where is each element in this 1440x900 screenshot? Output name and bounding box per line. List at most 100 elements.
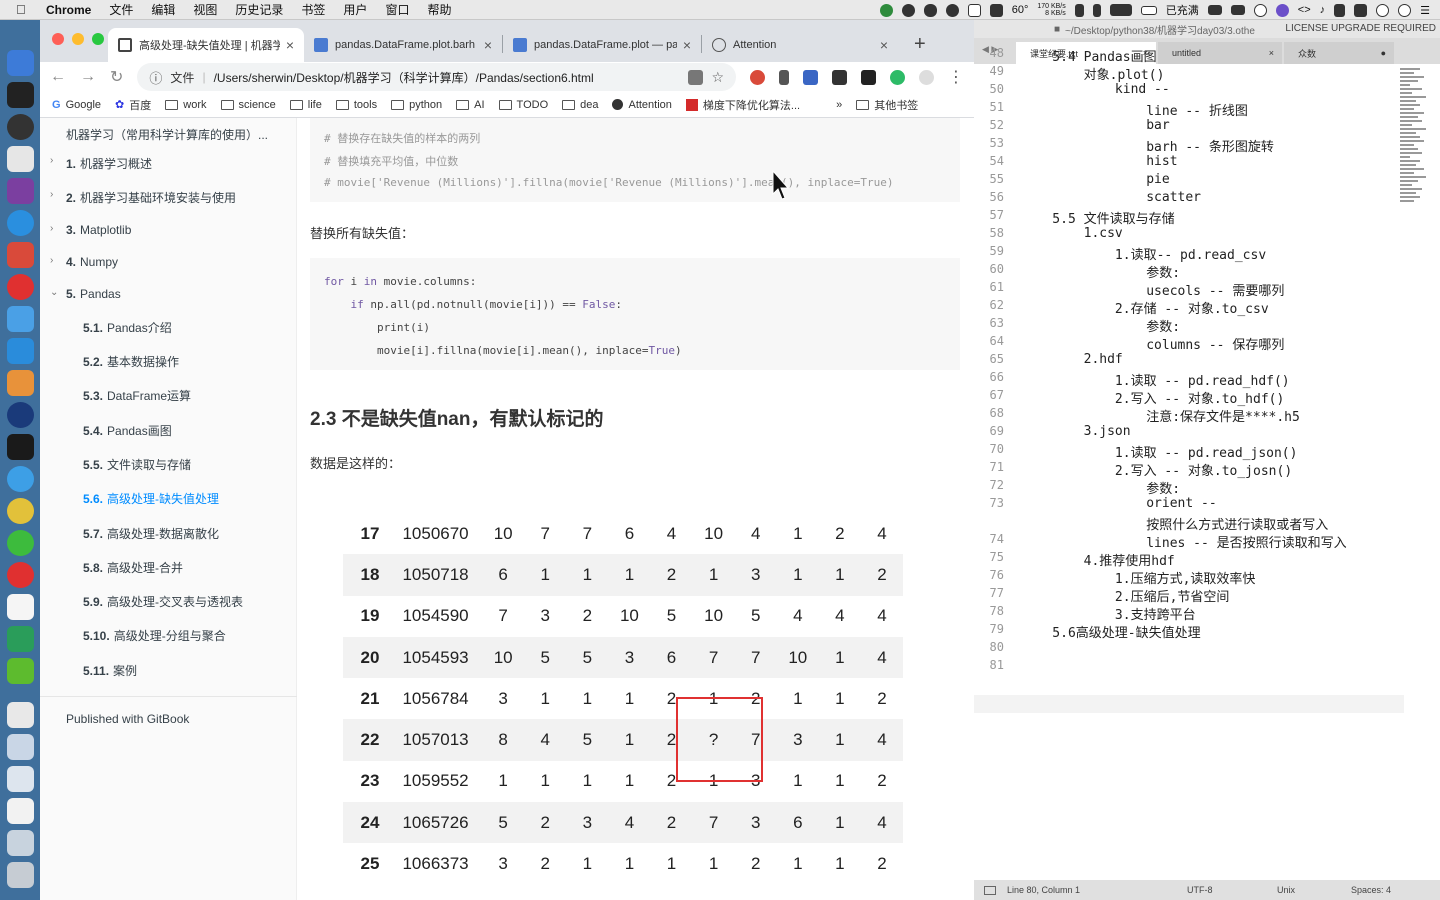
- license-notice[interactable]: LICENSE UPGRADE REQUIRED: [1285, 23, 1436, 34]
- file-icon-2[interactable]: [6, 798, 34, 824]
- sidebar-item[interactable]: 5.9. 高级处理-交叉表与透视表: [40, 593, 297, 610]
- sidebar-item[interactable]: 5.2. 基本数据操作: [40, 353, 297, 370]
- reload-icon[interactable]: ↻: [110, 67, 123, 87]
- sidebar-item[interactable]: 5.11. 案例: [40, 662, 297, 679]
- gitbook-footer[interactable]: Published with GitBook: [66, 712, 189, 726]
- qq-icon[interactable]: [6, 210, 34, 236]
- iqiyi-icon[interactable]: [6, 658, 34, 684]
- extension-icon-1[interactable]: [750, 69, 765, 85]
- bookmark-todo[interactable]: TODO: [498, 99, 548, 111]
- profile-avatar[interactable]: [919, 69, 934, 85]
- translate-icon[interactable]: [688, 69, 704, 85]
- input-method-icon[interactable]: [989, 3, 1003, 17]
- bookmark-baidu[interactable]: ✿ 百度: [115, 97, 151, 113]
- cast-icon[interactable]: [1230, 5, 1245, 15]
- clock-icon[interactable]: [1398, 3, 1412, 17]
- info-icon[interactable]: ⓘ: [149, 68, 162, 87]
- cursor-position[interactable]: Line 80, Column 1: [1007, 885, 1080, 895]
- code-icon[interactable]: <>: [1298, 4, 1311, 16]
- sidebar-item[interactable]: › 4. Numpy: [40, 255, 297, 269]
- search-icon[interactable]: [1253, 3, 1267, 17]
- bookmarks-overflow[interactable]: »: [836, 99, 842, 111]
- trash-icon[interactable]: [6, 862, 34, 888]
- tab-close-icon[interactable]: ×: [484, 37, 492, 53]
- cloud-icon[interactable]: [923, 3, 937, 17]
- sidebar-item[interactable]: › 1. 机器学习概述: [40, 155, 297, 172]
- obs-icon[interactable]: [901, 3, 915, 17]
- bookmark-google[interactable]: G Google: [52, 99, 101, 111]
- editor-text-area[interactable]: 48 5.4 Pandas画图 49 对象.plot() 50 kind -- 51 …: [974, 46, 1440, 884]
- bookmark-work[interactable]: work: [165, 99, 207, 111]
- monitor-icon[interactable]: [6, 338, 34, 364]
- finder-icon[interactable]: [6, 50, 34, 76]
- extension-incognito-icon[interactable]: [861, 69, 876, 85]
- siri-icon[interactable]: [1275, 3, 1289, 17]
- weibo-icon[interactable]: [6, 562, 34, 588]
- bookmark-gradient[interactable]: 梯度下降优化算法...: [685, 97, 800, 113]
- pycharm-icon[interactable]: [6, 626, 34, 652]
- quicktime-icon[interactable]: [6, 402, 34, 428]
- file-icon-1[interactable]: [6, 766, 34, 792]
- bookmark-ai[interactable]: AI: [456, 99, 485, 111]
- bookmark-icon[interactable]: [1074, 3, 1084, 17]
- netease-icon[interactable]: [6, 274, 34, 300]
- tab-plot[interactable]: pandas.DataFrame.plot — pa ×: [503, 28, 701, 62]
- upload-status-icon[interactable]: [879, 3, 893, 17]
- panel-toggle-icon[interactable]: [984, 885, 996, 895]
- menu-people[interactable]: 用户: [343, 1, 367, 18]
- obs-app-icon[interactable]: [6, 114, 34, 140]
- close-icon[interactable]: ×: [1269, 48, 1274, 58]
- atext-icon[interactable]: [6, 146, 34, 172]
- menu-file[interactable]: 文件: [109, 1, 133, 18]
- browser-app-icon[interactable]: [6, 242, 34, 268]
- sidebar-item[interactable]: 5.10. 高级处理-分组与聚合: [40, 627, 297, 644]
- circle-icon[interactable]: [1376, 3, 1390, 17]
- zoom-window-button[interactable]: [92, 33, 104, 45]
- new-tab-button[interactable]: +: [914, 33, 926, 56]
- menu-view[interactable]: 视图: [193, 1, 217, 18]
- minimize-window-button[interactable]: [72, 33, 84, 45]
- notification-center-icon[interactable]: ☰: [1420, 4, 1430, 17]
- bookmark-dea[interactable]: dea: [562, 99, 598, 111]
- tab-close-icon[interactable]: ×: [683, 37, 691, 53]
- bookmark-attention[interactable]: Attention: [612, 99, 672, 111]
- tab-close-icon[interactable]: ×: [286, 37, 294, 53]
- terminal-icon[interactable]: [6, 82, 34, 108]
- pen-icon[interactable]: [6, 306, 34, 332]
- sidebar-item[interactable]: 5.8. 高级处理-合并: [40, 559, 297, 576]
- apple-icon[interactable]: : [16, 2, 32, 17]
- file-encoding[interactable]: UTF-8: [1187, 885, 1213, 895]
- notes-icon[interactable]: [6, 594, 34, 620]
- menu-edit[interactable]: 编辑: [151, 1, 175, 18]
- menu-app-name[interactable]: Chrome: [46, 3, 91, 17]
- sidebar-item[interactable]: 5.7. 高级处理-数据离散化: [40, 525, 297, 542]
- extension-bookmark-icon[interactable]: [779, 69, 789, 85]
- chrome-icon[interactable]: [6, 498, 34, 524]
- menu-window[interactable]: 窗口: [385, 1, 409, 18]
- wechat-icon[interactable]: [6, 530, 34, 556]
- tab-attention[interactable]: Attention ×: [702, 28, 898, 62]
- menu-bookmarks[interactable]: 书签: [301, 1, 325, 18]
- clipboard-icon[interactable]: [1334, 3, 1346, 17]
- screenshot-icon[interactable]: [6, 734, 34, 760]
- activity-icon[interactable]: [6, 434, 34, 460]
- safari-icon[interactable]: [6, 466, 34, 492]
- scale-icon[interactable]: [1092, 3, 1101, 17]
- sidebar-item[interactable]: 5.1. Pandas介绍: [40, 319, 297, 336]
- sidebar-item[interactable]: 5.4. Pandas画图: [40, 422, 297, 439]
- indentation[interactable]: Spaces: 4: [1351, 885, 1391, 895]
- sidebar-item[interactable]: 5.3. DataFrame运算: [40, 387, 297, 404]
- display-icon[interactable]: [1109, 4, 1132, 16]
- grammarly-icon[interactable]: [890, 69, 905, 85]
- chrome-menu-icon[interactable]: ⋮: [948, 67, 964, 87]
- chevron-right-icon[interactable]: ›: [50, 223, 53, 234]
- chevron-down-icon[interactable]: ⌄: [50, 287, 58, 298]
- sidebar-item[interactable]: › 3. Matplotlib: [40, 223, 297, 237]
- bookmark-science[interactable]: science: [220, 99, 276, 111]
- volume-icon[interactable]: ♪: [1320, 4, 1326, 16]
- bookmark-life[interactable]: life: [289, 99, 322, 111]
- sidebar-item[interactable]: ⌄ 5. Pandas: [40, 287, 297, 301]
- forward-icon[interactable]: →: [80, 68, 96, 86]
- bookmark-other[interactable]: 其他书签: [856, 97, 918, 113]
- bookmark-tools[interactable]: tools: [335, 99, 377, 111]
